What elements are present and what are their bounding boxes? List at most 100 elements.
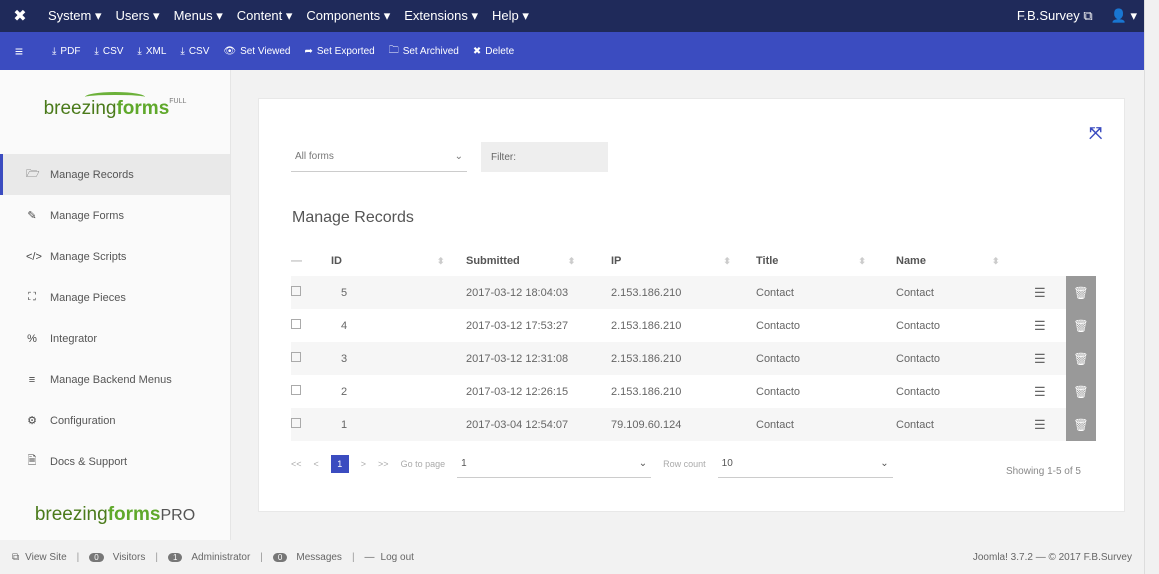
trash-icon[interactable]: 🗑	[1066, 375, 1096, 408]
row-actions: ☰ 🗑	[1026, 276, 1096, 309]
view-site-link[interactable]: View Site	[25, 552, 67, 563]
messages-label[interactable]: Messages	[296, 552, 342, 563]
menu-users[interactable]: Users ▾	[115, 8, 159, 24]
row-actions: ☰ 🗑	[1026, 408, 1096, 441]
page-scrollbar[interactable]	[1144, 0, 1159, 574]
export-pdf-button[interactable]: ⤓ PDF	[52, 46, 80, 57]
row-checkbox[interactable]	[291, 342, 331, 375]
button-label: CSV	[102, 45, 124, 57]
cell-submitted: 2017-03-12 12:31:08	[466, 342, 611, 375]
trash-icon[interactable]: 🗑	[1066, 342, 1096, 375]
sidebar-item-manage-scripts[interactable]: </> Manage Scripts	[0, 236, 230, 277]
menu-menus[interactable]: Menus ▾	[174, 8, 223, 24]
table-row[interactable]: 4 2017-03-12 17:53:27 2.153.186.210 Cont…	[291, 309, 1096, 342]
logo-superscript: PRO	[160, 507, 196, 524]
admin-label: Administrator	[191, 551, 251, 563]
fullscreen-icon[interactable]: ⤧	[1089, 125, 1102, 143]
export-xml-button[interactable]: ⤓ XML	[137, 46, 166, 57]
site-link[interactable]: F.B.Survey ⧉	[1017, 8, 1093, 24]
menu-extensions[interactable]: Extensions ▾	[404, 8, 478, 24]
delete-button[interactable]: ✖ Delete	[473, 46, 514, 57]
cell-name: Contacto	[896, 319, 941, 332]
sort-icon: ⬍	[723, 256, 731, 266]
details-list-icon[interactable]: ☰	[1034, 318, 1046, 333]
sidebar-item-configuration[interactable]: ⚙ Configuration	[0, 400, 230, 441]
sidebar-item-manage-records[interactable]: 🗁 Manage Records	[0, 154, 230, 195]
column-header-ip[interactable]: IP ⬍	[611, 246, 756, 276]
column-header-submitted[interactable]: Submitted ⬍	[466, 246, 611, 276]
cell-submitted: 2017-03-12 12:26:15	[466, 385, 569, 398]
table-row[interactable]: 5 2017-03-12 18:04:03 2.153.186.210 Cont…	[291, 276, 1096, 309]
row-actions: ☰ 🗑	[1026, 342, 1096, 375]
menu-components[interactable]: Components ▾	[306, 8, 390, 24]
column-header-title[interactable]: Title ⬍	[756, 246, 896, 276]
button-label: Delete	[485, 45, 515, 57]
sidebar-item-backend-menus[interactable]: ≡ Manage Backend Menus	[0, 359, 230, 400]
external-link-icon: ⧉	[12, 551, 20, 563]
hamburger-icon[interactable]: ≡	[0, 43, 38, 59]
joomla-logo-icon[interactable]: ✖	[0, 6, 40, 26]
sidebar-item-docs-support[interactable]: 🗎 Docs & Support	[0, 441, 230, 482]
download-icon: ⤓	[94, 45, 99, 57]
goto-page-select[interactable]: 1 ⌄	[457, 450, 652, 478]
cell-ip: 2.153.186.210	[611, 276, 756, 309]
menu-system[interactable]: System ▾	[48, 8, 101, 24]
first-page-button[interactable]: <<	[291, 459, 302, 469]
row-checkbox[interactable]	[291, 375, 331, 408]
details-list-icon[interactable]: ☰	[1034, 384, 1046, 399]
row-checkbox[interactable]	[291, 276, 331, 309]
table-row[interactable]: 3 2017-03-12 12:31:08 2.153.186.210 Cont…	[291, 342, 1096, 375]
row-actions: ☰ 🗑	[1026, 375, 1096, 408]
cell-title: Contact	[756, 276, 896, 309]
row-checkbox[interactable]	[291, 408, 331, 441]
eye-icon: 👁	[223, 45, 237, 57]
cell-id: 1	[331, 408, 466, 441]
cell-id: 5	[331, 276, 466, 309]
select-all-header[interactable]: —	[291, 246, 331, 276]
code-icon: </>	[26, 250, 42, 263]
puzzle-icon: ⛶	[28, 291, 36, 303]
form-select[interactable]: All forms ⌄	[291, 142, 467, 172]
logout-link[interactable]: Log out	[381, 552, 414, 563]
sidebar-item-manage-pieces[interactable]: ⛶ Manage Pieces	[0, 277, 230, 318]
visitors-badge: 0	[89, 552, 104, 562]
next-page-button[interactable]: >	[361, 459, 366, 469]
sidebar-item-label: Docs & Support	[50, 455, 128, 468]
row-checkbox[interactable]	[291, 309, 331, 342]
set-viewed-button[interactable]: 👁 Set Viewed	[223, 46, 290, 57]
menu-content[interactable]: Content ▾	[237, 8, 293, 24]
gear-icon: ⚙	[27, 415, 37, 427]
last-page-button[interactable]: >>	[378, 459, 389, 469]
trash-icon[interactable]: 🗑	[1066, 408, 1096, 441]
trash-icon[interactable]: 🗑	[1066, 309, 1096, 342]
column-header-name[interactable]: Name ⬍	[896, 246, 1026, 276]
cell-ip: 2.153.186.210	[611, 342, 756, 375]
details-list-icon[interactable]: ☰	[1034, 285, 1046, 300]
status-bar: ⧉ View Site | 0 Visitors | 1 Administrat…	[0, 540, 1144, 574]
filter-input[interactable]: Filter:	[481, 142, 608, 172]
details-list-icon[interactable]: ☰	[1034, 417, 1046, 432]
filter-bar: All forms ⌄ Filter:	[291, 142, 608, 172]
sidebar-item-label: Integrator	[50, 332, 98, 345]
page-1-button[interactable]: 1	[330, 455, 349, 473]
row-count-select[interactable]: 10 ⌄	[717, 450, 893, 478]
prev-page-button[interactable]: <	[314, 459, 319, 469]
sidebar-item-integrator[interactable]: % Integrator	[0, 318, 230, 359]
export-csv2-button[interactable]: ⤓ CSV	[180, 46, 209, 57]
sidebar-item-manage-forms[interactable]: ✎ Manage Forms	[0, 195, 230, 236]
list-icon: ≡	[28, 373, 36, 386]
details-list-icon[interactable]: ☰	[1034, 351, 1046, 366]
column-header-id[interactable]: ID ⬍	[331, 246, 466, 276]
set-archived-button[interactable]: 🗀 Set Archived	[389, 43, 459, 60]
table-row[interactable]: 1 2017-03-04 12:54:07 79.109.60.124 Cont…	[291, 408, 1096, 441]
menu-help[interactable]: Help ▾	[492, 8, 529, 24]
table-row[interactable]: 2 2017-03-12 12:26:15 2.153.186.210 Cont…	[291, 375, 1096, 408]
messages-badge: 0	[272, 552, 288, 562]
download-icon: ⤓	[137, 45, 142, 57]
export-csv-button[interactable]: ⤓ CSV	[94, 46, 123, 57]
trash-icon[interactable]: 🗑	[1066, 276, 1096, 309]
user-menu[interactable]: 👤 ▾	[1111, 8, 1137, 24]
row-actions: ☰ 🗑	[1026, 309, 1096, 342]
set-exported-button[interactable]: ➦ Set Exported	[304, 46, 374, 57]
row-count-label: Row count	[663, 459, 706, 469]
